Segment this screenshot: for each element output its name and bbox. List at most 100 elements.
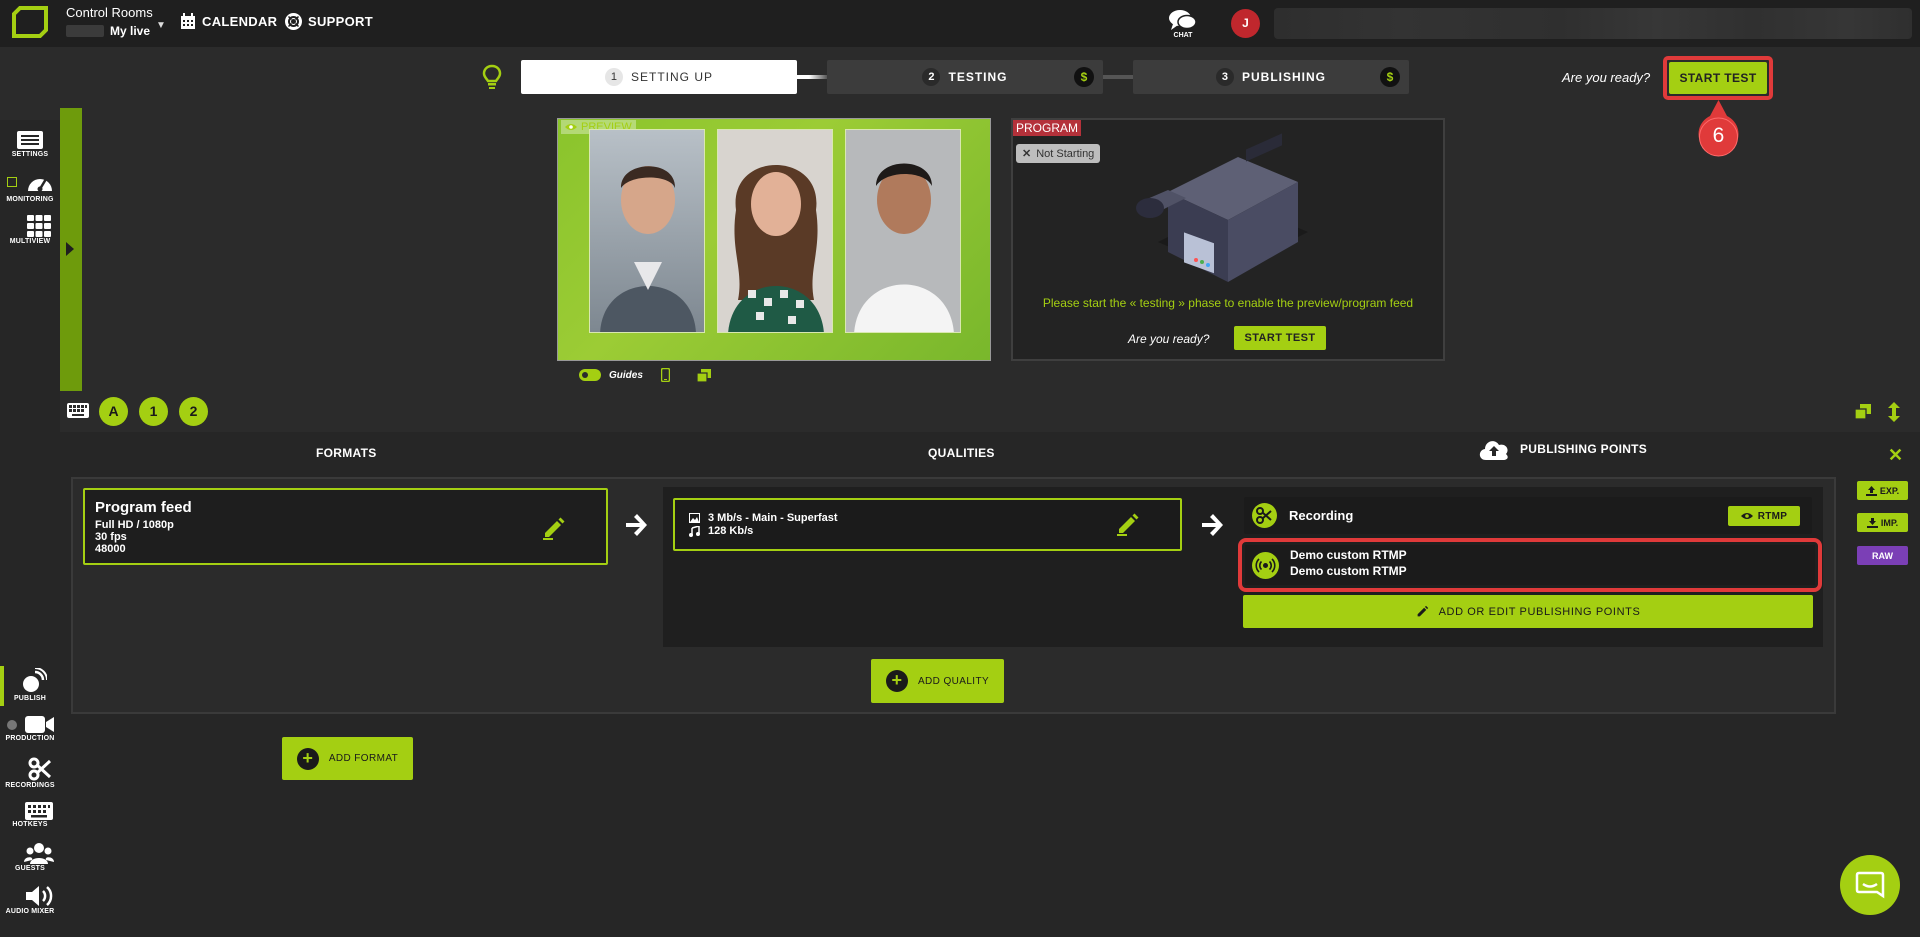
blurred-header-area [1274, 8, 1912, 39]
cloud-upload-icon [1479, 441, 1508, 460]
scissors-icon [1252, 503, 1277, 528]
dollar-icon: $ [1380, 67, 1400, 87]
music-note-icon [689, 525, 700, 537]
rail-audio-mixer[interactable]: AUDIO MIXER [0, 885, 60, 915]
camera-illustration [1128, 132, 1328, 292]
preview-panel[interactable]: PREVIEW [557, 118, 991, 361]
broadcast-icon [23, 668, 47, 692]
format-resolution: Full HD / 1080p [95, 519, 174, 531]
rail-label: RECORDINGS [5, 782, 55, 789]
live-name: My live [110, 24, 151, 38]
scene-chip[interactable]: 1 [139, 397, 168, 426]
scene-chip[interactable]: 2 [179, 397, 208, 426]
pencil-icon [1417, 605, 1428, 617]
grid-icon [27, 215, 51, 237]
step-connector [797, 75, 827, 79]
guest-photo [717, 129, 833, 333]
guides-toggle[interactable]: Guides [579, 369, 643, 381]
step-publishing[interactable]: 3 PUBLISHING $ [1133, 60, 1409, 94]
format-card[interactable]: Program feed Full HD / 1080p 30 fps 4800… [83, 488, 608, 565]
settings-panel-icon [17, 131, 43, 149]
raw-button[interactable]: RAW [1857, 546, 1908, 565]
nav-calendar[interactable]: CALENDAR [180, 13, 277, 30]
keyboard-icon[interactable] [67, 403, 89, 418]
rail-production[interactable]: PRODUCTION [0, 715, 60, 742]
add-format-button[interactable]: + ADD FORMAT [282, 737, 413, 780]
export-button[interactable]: EXP. [1857, 481, 1908, 500]
start-test-button[interactable]: START TEST [1669, 62, 1767, 94]
plus-icon: + [296, 747, 319, 770]
publishing-points-header: PUBLISHING POINTS [1478, 438, 1647, 460]
broadcast-icon [1252, 552, 1279, 579]
import-button[interactable]: IMP. [1857, 513, 1908, 532]
publishing-points-title: PUBLISHING POINTS [1520, 442, 1648, 456]
rail-label: MULTIVIEW [9, 238, 51, 245]
chat-label: CHAT [1173, 32, 1193, 39]
export-label: EXP. [1879, 485, 1900, 496]
rail-label: MONITORING [6, 196, 54, 203]
rtmp-badge[interactable]: RTMP [1728, 506, 1800, 526]
upload-icon [1865, 485, 1877, 496]
guest-photo [845, 129, 961, 333]
qualities-header: QUALITIES [928, 446, 995, 460]
close-icon[interactable]: ✕ [1888, 445, 1903, 466]
speaker-icon [26, 886, 53, 906]
scene-chip[interactable]: A [99, 397, 128, 426]
lightbulb-icon[interactable] [482, 64, 502, 90]
add-edit-publishing-points-button[interactable]: ADD OR EDIT PUBLISHING POINTS [1243, 595, 1813, 628]
control-rooms-title: Control Rooms [66, 5, 153, 20]
expand-arrow-icon[interactable] [65, 241, 75, 257]
publishing-point-name: Recording [1289, 508, 1354, 523]
quality-card[interactable]: 3 Mb/s - Main - Superfast 128 Kb/s [673, 498, 1182, 551]
mobile-icon[interactable] [661, 368, 670, 382]
rail-guests[interactable]: GUESTS [0, 842, 60, 872]
rail-hotkeys[interactable]: HOTKEYS [0, 802, 60, 828]
format-fps: 30 fps [95, 531, 127, 543]
program-ready-prompt: Are you ready? [1128, 332, 1210, 346]
rail-label: HOTKEYS [12, 821, 48, 828]
program-start-test-button[interactable]: START TEST [1234, 326, 1326, 350]
chat-button[interactable]: CHAT [1168, 9, 1198, 39]
step-label: PUBLISHING [1241, 70, 1326, 84]
publishing-point-subname: Demo custom RTMP [1290, 564, 1407, 578]
pencil-icon[interactable] [1116, 512, 1140, 536]
gauge-icon [28, 178, 52, 192]
rail-publish[interactable]: PUBLISH [0, 668, 60, 702]
step-testing[interactable]: 2 TESTING $ [827, 60, 1103, 94]
rail-label: PUBLISH [13, 695, 47, 702]
live-selector[interactable]: My live [66, 24, 150, 38]
format-sample-rate: 48000 [95, 543, 126, 555]
pencil-icon[interactable] [542, 516, 566, 540]
rail-multiview[interactable]: MULTIVIEW [0, 215, 60, 245]
nav-support-label: SUPPORT [308, 14, 373, 29]
guest-photo [589, 129, 705, 333]
plus-icon: + [885, 670, 908, 692]
copy-icon[interactable] [1855, 404, 1871, 419]
add-edit-publishing-label: ADD OR EDIT PUBLISHING POINTS [1438, 605, 1641, 618]
dollar-icon: $ [1074, 67, 1094, 87]
chevron-down-icon[interactable]: ▼ [156, 20, 166, 31]
format-title: Program feed [95, 499, 192, 516]
status-badge: ✕ Not Starting [1016, 144, 1101, 163]
rail-settings[interactable]: SETTINGS [0, 130, 60, 158]
user-avatar[interactable]: J [1231, 9, 1260, 38]
toggle-switch[interactable] [579, 369, 601, 381]
app-logo[interactable] [10, 6, 50, 40]
step-connector [1103, 75, 1133, 79]
rail-monitoring[interactable]: MONITORING [0, 171, 60, 203]
download-icon [1866, 517, 1878, 528]
copy-icon[interactable] [697, 369, 711, 382]
publishing-point-demo-rtmp[interactable]: Demo custom RTMP Demo custom RTMP [1245, 545, 1815, 585]
help-chat-button[interactable] [1840, 855, 1900, 915]
quality-video-text: 3 Mb/s - Main - Superfast [708, 512, 838, 524]
step-setting-up[interactable]: 1 SETTING UP [521, 60, 797, 94]
nav-support[interactable]: SUPPORT [285, 13, 373, 30]
chat-bubble-icon [1855, 871, 1885, 899]
publishing-point-recording[interactable]: Recording RTMP [1244, 497, 1812, 534]
vertical-resize-icon[interactable] [1888, 402, 1900, 422]
program-label: PROGRAM [1013, 120, 1082, 136]
add-quality-button[interactable]: + ADD QUALITY [871, 659, 1004, 703]
lifebuoy-icon [285, 13, 302, 30]
step-number: 3 [1215, 68, 1234, 86]
rail-recordings[interactable]: RECORDINGS [0, 757, 60, 789]
